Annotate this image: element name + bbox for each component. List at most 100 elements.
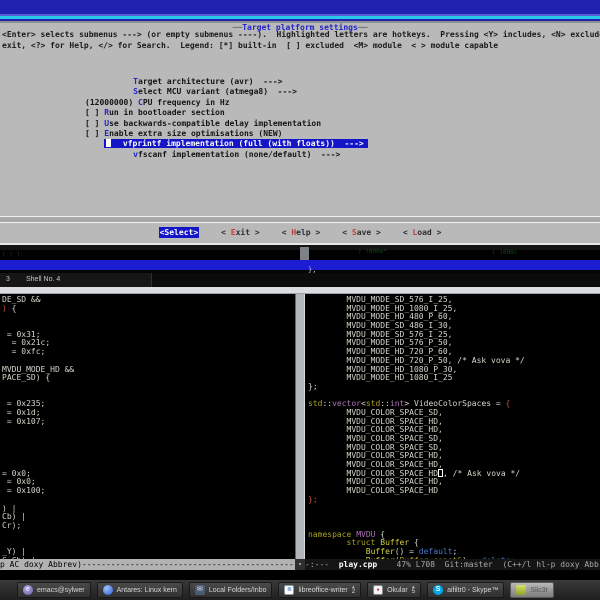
scrollbar-arrow-icon[interactable]: ▾	[295, 559, 305, 570]
code-line: _Y) |	[2, 546, 27, 556]
code-line: MVDU_COLOR_SPACE_HD,	[308, 477, 443, 487]
code-line: = 0x235;	[2, 399, 46, 409]
window-group-badge[interactable]: ▴ 5	[411, 585, 416, 596]
code-line: MVDU_COLOR_SPACE_HD,	[308, 451, 443, 461]
emacs-frame: DE_SD &&) { = 0x31; = 0x21c; = 0xfc; MVDU…	[0, 294, 600, 576]
code-line: MVDU_COLOR_SPACE_HD,	[308, 425, 443, 435]
taskbar-button-emacs[interactable]: e emacs@sylwer	[17, 582, 91, 598]
code-line: = 0x31;	[2, 329, 41, 339]
code-line: MVDU_COLOR_SPACE_HD	[308, 486, 439, 496]
code-line: MVDU_COLOR_SPACE_SD,	[308, 442, 443, 452]
taskbar-button-slic3r[interactable]: Slic3r	[510, 582, 554, 598]
taskbar-button-mail[interactable]: ✉ Local Folders/Inbo	[188, 582, 273, 598]
window-group-badge[interactable]: ▴ 2	[352, 585, 355, 596]
code-line: namespace MVDU {	[308, 529, 386, 539]
menu-item-selected[interactable]: vfprintf implementation (full (with floa…	[85, 139, 600, 149]
dialog-button-row: <Select> < Exit > < Help > < Save > < Load >	[0, 227, 600, 238]
code-line: };	[308, 381, 318, 391]
scrollbar-notch	[300, 247, 309, 260]
code-line: MVDU_MODE_HD_1080_I_25	[308, 373, 453, 383]
code-line: MVDU_MODE_SD_486_I_30,	[308, 321, 453, 331]
select-button[interactable]: <Select>	[158, 227, 200, 238]
code-line: Cr);	[2, 520, 22, 530]
code-line: };	[308, 494, 318, 504]
code-line: = 0x107;	[2, 416, 46, 426]
menu-item[interactable]: [ ] Enable extra size optimisations (NEW…	[85, 129, 600, 139]
faint-green-fragment-2: ( )000c	[492, 249, 518, 256]
code-line: PACE_SD) {	[2, 373, 51, 383]
slic3r-icon	[516, 585, 527, 595]
terminal-blue-background	[0, 0, 600, 14]
tab-index: 3	[6, 276, 10, 283]
code-line: MVDU_COLOR_SPACE_HD,	[308, 460, 443, 470]
terminal-blue-stripe	[0, 260, 600, 270]
code-line: = 0x0;	[2, 477, 36, 487]
faint-text-fragment: ( ) ):	[2, 251, 24, 258]
load-button[interactable]: < Load >	[403, 227, 442, 238]
taskbar-button-globe[interactable]: Antares: Linux kern	[96, 582, 183, 598]
code-line: MVDU_MODE_HD_720_P_60,	[308, 347, 453, 357]
code-line: ) |	[2, 503, 17, 513]
code-line: Cb) |	[2, 512, 27, 522]
menu-item[interactable]: [ ] Run in bootloader section	[85, 108, 600, 118]
code-line: MVDU_MODE_SD_576_I_25,	[308, 295, 453, 304]
taskbar-button-writer[interactable]: ≣ libreoffice-writer ▴ 2	[278, 582, 362, 598]
emacs-window-right[interactable]: MVDU_MODE_SD_576_I_25, MVDU_MODE_HD_1080…	[308, 295, 600, 559]
emacs-window-left[interactable]: DE_SD &&) { = 0x31; = 0x21c; = 0xfc; MVDU…	[2, 295, 294, 559]
taskbar-button-label: Okular	[387, 586, 408, 594]
menu-item[interactable]: Target architecture (avr) --->	[85, 77, 600, 87]
menuconfig-dialog: ──Target platform settings── <Enter> sel…	[0, 23, 600, 243]
code-line: MVDU_COLOR_SPACE_SD,	[308, 434, 443, 443]
menu-item[interactable]: [ ] Use backwards-compatible delay imple…	[85, 119, 600, 129]
exit-button[interactable]: < Exit >	[221, 227, 260, 238]
code-line: MVDU_MODE_HD_720_P_50, /* Ask vova */	[308, 355, 525, 365]
konsole-tab-shell[interactable]: 3 Shell No. 4	[0, 273, 152, 287]
button-separator-2	[0, 222, 600, 223]
menu-item[interactable]: vfscanf implementation (none/default) --…	[85, 150, 600, 160]
taskbar-button-okular[interactable]: ● Okular ▴ 5	[367, 582, 422, 598]
tab-label: Shell No. 4	[26, 276, 61, 283]
code-line: Buffer() = default;	[365, 546, 458, 556]
taskbar-button-label: Slic3r	[530, 586, 548, 594]
desktop: ──Target platform settings── <Enter> sel…	[0, 0, 600, 600]
code-line: MVDU_COLOR_SPACE_HD, /* Ask vova */	[308, 468, 521, 478]
code-line: MVDU_MODE_HD_1080_P_30,	[308, 364, 458, 374]
mail-icon: ✉	[194, 585, 205, 595]
modeline-right: -:--- play.cpp 47% L708 Git:master (C++/…	[305, 559, 600, 570]
taskbar-button-label: libreoffice-writer	[298, 586, 348, 594]
group-count: 5	[411, 589, 416, 595]
code-line: = 0x1d;	[2, 407, 41, 417]
code-line: MVDU_MODE_HD &&	[2, 364, 75, 374]
taskbar-button-label: Antares: Linux kern	[116, 586, 177, 594]
taskbar-button-label: emacs@sylwer	[37, 586, 85, 594]
emacs-scrollbar[interactable]	[295, 294, 305, 559]
code-line: = 0x100;	[2, 486, 46, 496]
emacs-icon: e	[23, 585, 33, 595]
code-line: MVDU_MODE_HD_1080_I_25,	[308, 303, 458, 313]
taskbar-button-label: Local Folders/Inbo	[208, 586, 267, 594]
help-button[interactable]: < Help >	[282, 227, 321, 238]
taskbar-button-label: aifiltr0 - Skype™	[447, 586, 499, 594]
code-line: struct Buffer {	[346, 538, 419, 548]
code-line: = 0xfc;	[2, 347, 46, 357]
menu-item[interactable]: (12000000) CPU frequency in Hz	[85, 98, 600, 108]
faint-green-fragment: ) )000e*	[358, 248, 387, 255]
menu-item[interactable]: Select MCU variant (atmega8) --->	[85, 87, 600, 97]
code-line: MVDU_COLOR_SPACE_SD,	[308, 407, 443, 417]
save-button[interactable]: < Save >	[342, 227, 381, 238]
taskbar-button-skype[interactable]: Saifiltr0 - Skype™	[427, 582, 505, 598]
taskbar: e emacs@sylwer Antares: Linux kern ✉ Local F…	[0, 580, 600, 600]
code-line: = 0x0;	[2, 468, 31, 478]
